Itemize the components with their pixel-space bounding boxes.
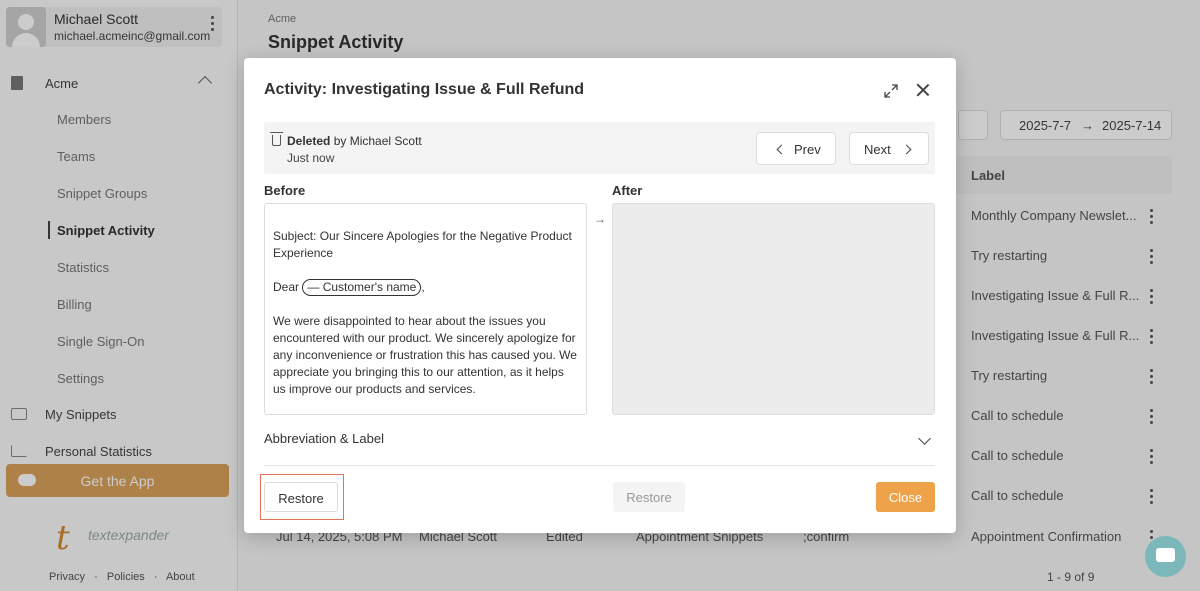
divider (264, 465, 935, 466)
after-content (612, 203, 935, 415)
next-button[interactable]: Next (849, 132, 929, 165)
modal-title: Activity: Investigating Issue & Full Ref… (264, 81, 585, 98)
next-label: Next (864, 142, 891, 157)
before-greeting: Dear — Customer's name, (273, 279, 578, 296)
before-content: Subject: Our Sincere Apologies for the N… (264, 203, 587, 415)
activity-info-bar: Deleted by Michael Scott Just now Prev N… (264, 122, 935, 174)
chat-icon (1156, 548, 1175, 562)
trash-icon (270, 132, 283, 146)
before-subject: Subject: Our Sincere Apologies for the N… (273, 229, 572, 260)
expand-icon[interactable] (883, 83, 899, 99)
after-label: After (612, 183, 643, 198)
close-icon[interactable] (916, 83, 930, 97)
chevron-right-icon (901, 144, 912, 155)
prev-button[interactable]: Prev (756, 132, 836, 165)
action-by: by Michael Scott (333, 134, 422, 148)
greeting-text: Dear (273, 280, 300, 294)
prev-label: Prev (794, 142, 821, 157)
activity-description: Deleted by Michael Scott (287, 134, 422, 148)
action-type: Deleted (287, 134, 331, 148)
activity-modal: Activity: Investigating Issue & Full Ref… (244, 58, 956, 533)
restore-button-disabled: Restore (613, 482, 685, 512)
chevron-left-icon (776, 144, 787, 155)
chat-button[interactable] (1145, 536, 1186, 577)
before-body: We were disappointed to hear about the i… (273, 314, 577, 396)
chevron-down-icon[interactable] (918, 432, 931, 445)
before-label: Before (264, 183, 306, 198)
restore-button[interactable]: Restore (264, 482, 338, 512)
close-button[interactable]: Close (876, 482, 935, 512)
abbreviation-label-section[interactable]: Abbreviation & Label (264, 431, 384, 446)
greeting-comma: , (421, 280, 425, 294)
activity-time: Just now (287, 151, 335, 165)
customer-name-token: — Customer's name (302, 279, 422, 296)
arrow-right-icon: → (594, 212, 606, 226)
